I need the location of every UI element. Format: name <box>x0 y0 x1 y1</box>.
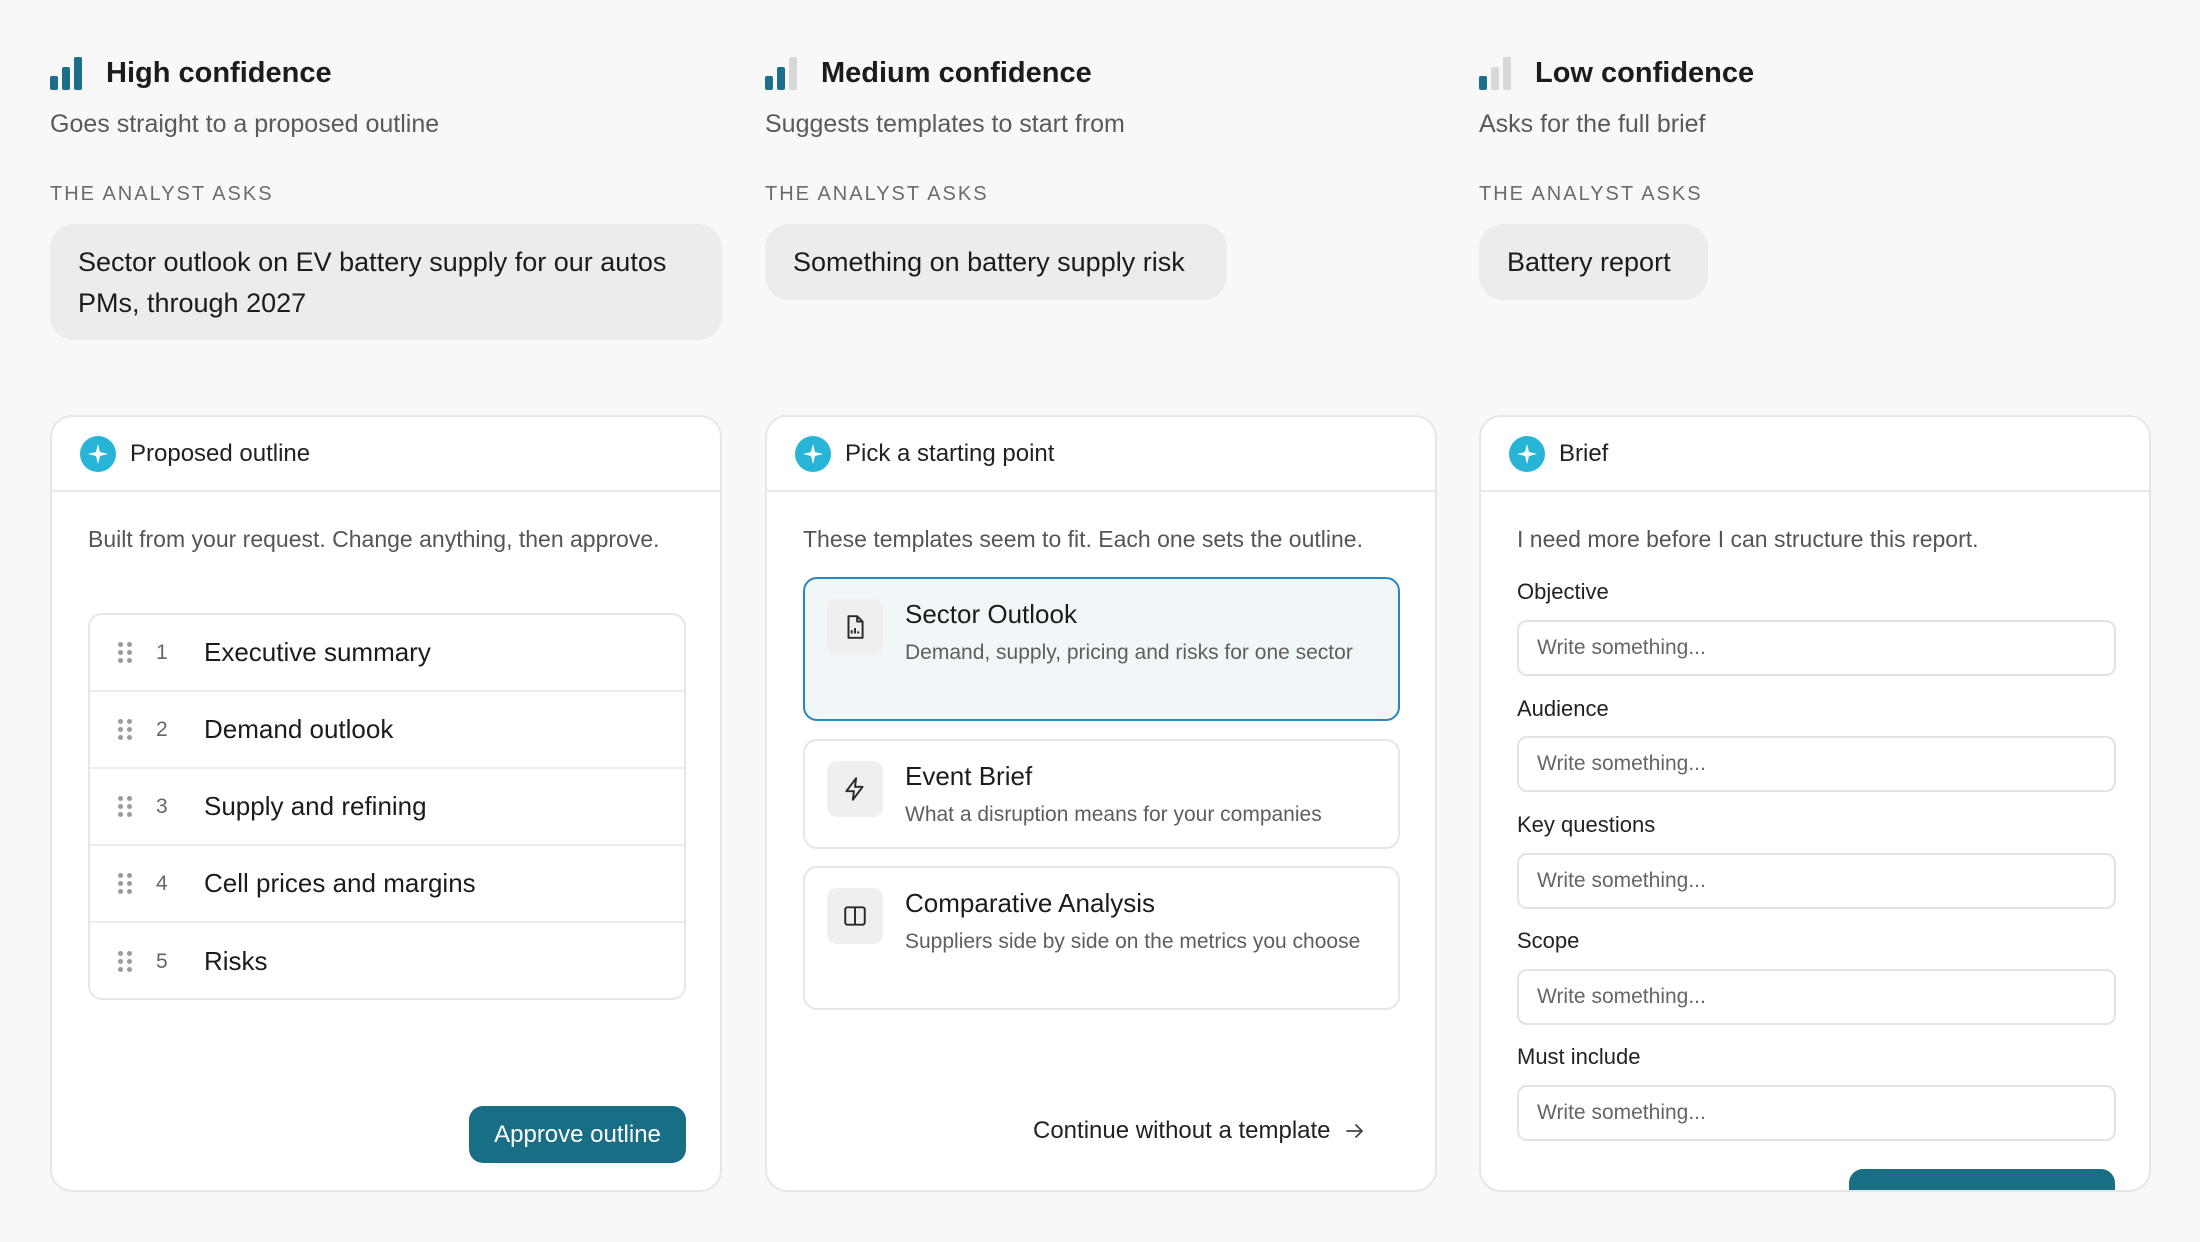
brief-card: Brief I need more before I can structure… <box>1479 415 2151 1192</box>
signal-bars-icon <box>1479 56 1517 90</box>
card-title: Brief <box>1559 439 1609 467</box>
outline-item[interactable]: 4 Cell prices and margins <box>90 846 684 923</box>
audience-label: Audience <box>1517 696 1609 721</box>
outline-item-number: 3 <box>156 794 168 818</box>
key-questions-field[interactable]: Write something... <box>1517 853 2116 909</box>
sparkle-icon <box>80 435 116 472</box>
column-subtitle: Asks for the full brief <box>1479 110 1706 138</box>
signal-bars-icon <box>765 56 803 90</box>
outline-item-label: Cell prices and margins <box>204 868 476 898</box>
card-intro: Built from your request. Change anything… <box>88 526 660 552</box>
analyst-request-bubble: Sector outlook on EV battery supply for … <box>50 224 722 340</box>
analyst-asks-label: THE ANALYST ASKS <box>765 183 989 205</box>
analyst-request-bubble: Something on battery supply risk <box>765 224 1227 300</box>
continue-without-template-link[interactable]: Continue without a template <box>1033 1117 1367 1145</box>
signal-bars-icon <box>50 56 88 90</box>
drag-handle-icon[interactable] <box>118 872 132 895</box>
analyst-asks-label: THE ANALYST ASKS <box>1479 183 1703 205</box>
generate-outline-button[interactable] <box>1849 1169 2115 1190</box>
analyst-request-bubble: Battery report <box>1479 224 1708 300</box>
column-header: Medium confidence <box>765 54 1092 92</box>
arrow-right-icon <box>1345 1124 1363 1138</box>
drag-handle-icon[interactable] <box>118 795 132 818</box>
card-header: Pick a starting point <box>767 417 1435 492</box>
template-name: Comparative Analysis <box>905 888 1155 918</box>
sparkle-icon <box>795 435 831 472</box>
outline-item[interactable]: 5 Risks <box>90 923 684 998</box>
card-title: Pick a starting point <box>845 439 1055 467</box>
outline-item-label: Executive summary <box>204 637 431 667</box>
template-description: Suppliers side by side on the metrics yo… <box>905 930 1361 953</box>
drag-handle-icon[interactable] <box>118 950 132 973</box>
objective-label: Objective <box>1517 579 1609 604</box>
column-subtitle: Goes straight to a proposed outline <box>50 110 440 138</box>
continue-label: Continue without a template <box>1033 1117 1331 1144</box>
outline-list: 1 Executive summary 2 Demand outlook 3 S… <box>88 613 686 1000</box>
template-description: Demand, supply, pricing and risks for on… <box>905 641 1353 664</box>
template-description: What a disruption means for your compani… <box>905 803 1322 826</box>
column-title: Medium confidence <box>821 56 1092 89</box>
outline-item[interactable]: 2 Demand outlook <box>90 692 684 769</box>
drag-handle-icon[interactable] <box>118 718 132 741</box>
scope-label: Scope <box>1517 928 1580 953</box>
card-title: Proposed outline <box>130 439 311 467</box>
sparkle-icon <box>1509 435 1545 472</box>
template-option-sector-outlook[interactable]: Sector Outlook Demand, supply, pricing a… <box>803 577 1400 721</box>
proposed-outline-card: Proposed outline Built from your request… <box>50 415 722 1192</box>
outline-item-number: 5 <box>156 949 168 973</box>
outline-item-number: 1 <box>156 640 168 664</box>
document-chart-icon <box>827 599 883 655</box>
outline-item[interactable]: 3 Supply and refining <box>90 769 684 846</box>
outline-item-label: Risks <box>204 946 268 976</box>
analyst-asks-label: THE ANALYST ASKS <box>50 183 274 205</box>
objective-field[interactable]: Write something... <box>1517 620 2116 676</box>
card-intro: These templates seem to fit. Each one se… <box>803 526 1363 552</box>
scope-field[interactable]: Write something... <box>1517 969 2116 1025</box>
outline-item-label: Supply and refining <box>204 791 427 821</box>
audience-field[interactable]: Write something... <box>1517 736 2116 792</box>
template-option-comparative-analysis[interactable]: Comparative Analysis Suppliers side by s… <box>803 866 1400 1010</box>
outline-item[interactable]: 1 Executive summary <box>90 615 684 692</box>
pick-starting-point-card: Pick a starting point These templates se… <box>765 415 1437 1192</box>
must-include-field[interactable]: Write something... <box>1517 1085 2116 1141</box>
template-option-event-brief[interactable]: Event Brief What a disruption means for … <box>803 739 1400 849</box>
template-name: Sector Outlook <box>905 599 1077 629</box>
card-header: Proposed outline <box>52 417 720 492</box>
template-name: Event Brief <box>905 761 1033 791</box>
column-subtitle: Suggests templates to start from <box>765 110 1125 138</box>
column-header: High confidence <box>50 54 332 92</box>
must-include-label: Must include <box>1517 1044 1641 1069</box>
key-questions-label: Key questions <box>1517 812 1656 837</box>
drag-handle-icon[interactable] <box>118 641 132 664</box>
lightning-icon <box>827 761 883 817</box>
outline-item-number: 4 <box>156 871 168 895</box>
column-header: Low confidence <box>1479 54 1754 92</box>
outline-item-label: Demand outlook <box>204 714 394 744</box>
card-header: Brief <box>1481 417 2149 492</box>
card-intro: I need more before I can structure this … <box>1517 526 1979 552</box>
column-title: High confidence <box>106 56 332 89</box>
approve-outline-button[interactable]: Approve outline <box>469 1106 686 1163</box>
outline-item-number: 2 <box>156 717 168 741</box>
column-title: Low confidence <box>1535 56 1755 89</box>
columns-icon <box>827 888 883 944</box>
